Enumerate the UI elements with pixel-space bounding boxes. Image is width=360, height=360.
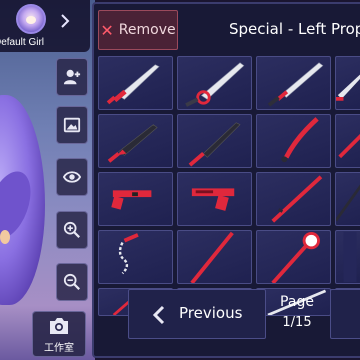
sword-icon bbox=[188, 122, 241, 167]
page-label: Page bbox=[280, 294, 314, 310]
page-number: 1/15 bbox=[282, 315, 312, 330]
prop-item-staff-15[interactable] bbox=[256, 230, 331, 284]
zoom-in-icon bbox=[63, 221, 80, 238]
next-button[interactable] bbox=[330, 289, 360, 339]
sword-icon bbox=[267, 62, 324, 107]
sword-icon bbox=[336, 184, 360, 222]
background-button[interactable] bbox=[56, 106, 88, 144]
prop-item-blade-8[interactable] bbox=[335, 114, 360, 168]
chevron-right-icon[interactable] bbox=[56, 12, 74, 30]
prop-item-spear-11[interactable] bbox=[256, 172, 331, 226]
chevron-left-icon bbox=[152, 305, 165, 325]
panel-title: Special - Left Prop bbox=[229, 20, 360, 38]
prop-item-gun-9[interactable] bbox=[98, 172, 173, 226]
prop-selection-panel: ✕ Remove Special - Left Prop Previous Pa… bbox=[92, 2, 360, 358]
previous-button[interactable]: Previous bbox=[128, 289, 266, 339]
prop-item-blade-5[interactable] bbox=[98, 114, 173, 168]
remove-button[interactable]: ✕ Remove bbox=[98, 10, 178, 50]
add-user-button[interactable] bbox=[56, 58, 88, 96]
staff-icon bbox=[271, 231, 320, 283]
zoom-out-icon bbox=[63, 273, 80, 290]
close-icon: ✕ bbox=[100, 20, 114, 40]
page-indicator: Page 1/15 bbox=[272, 292, 322, 342]
profile-name: Default Girl bbox=[0, 37, 45, 48]
eye-icon bbox=[63, 171, 81, 183]
profile-card[interactable]: Default Girl bbox=[0, 0, 90, 52]
knife-icon bbox=[107, 124, 158, 163]
gun-icon bbox=[191, 188, 235, 211]
dagger-icon bbox=[281, 117, 319, 163]
sword-icon bbox=[106, 64, 160, 105]
prop-item-sword-3[interactable] bbox=[256, 56, 331, 110]
spear-icon bbox=[271, 175, 323, 223]
studio-label: 工作室 bbox=[44, 343, 74, 354]
visibility-button[interactable] bbox=[56, 158, 88, 196]
staff-icon bbox=[190, 231, 234, 283]
previous-label: Previous bbox=[179, 304, 243, 322]
prop-item-blade-12[interactable] bbox=[335, 172, 360, 226]
gun-icon bbox=[111, 190, 152, 210]
prop-item-sword-1[interactable] bbox=[98, 56, 173, 110]
prop-item-sword-2[interactable] bbox=[177, 56, 252, 110]
whip-icon bbox=[118, 233, 139, 275]
sword-icon bbox=[336, 74, 360, 101]
add-user-icon bbox=[63, 69, 81, 85]
zoom-in-button[interactable] bbox=[56, 211, 88, 249]
prop-icon bbox=[343, 231, 357, 283]
zoom-out-button[interactable] bbox=[56, 263, 88, 301]
prop-item-prop-16[interactable] bbox=[335, 230, 360, 284]
prop-item-blade-6[interactable] bbox=[177, 114, 252, 168]
avatar[interactable] bbox=[16, 4, 46, 34]
studio-button[interactable]: 工作室 bbox=[32, 311, 86, 357]
prop-item-sword-4[interactable] bbox=[335, 56, 360, 110]
sword-icon bbox=[338, 133, 360, 159]
remove-label: Remove bbox=[118, 22, 176, 38]
character-hand bbox=[0, 230, 10, 244]
prop-item-whip-13[interactable] bbox=[98, 230, 173, 284]
image-icon bbox=[63, 117, 81, 133]
sword-icon bbox=[185, 62, 245, 107]
prop-item-gun-10[interactable] bbox=[177, 172, 252, 226]
camera-icon bbox=[50, 318, 68, 334]
prop-item-blade-7[interactable] bbox=[256, 114, 331, 168]
prop-item-staff-14[interactable] bbox=[177, 230, 252, 284]
